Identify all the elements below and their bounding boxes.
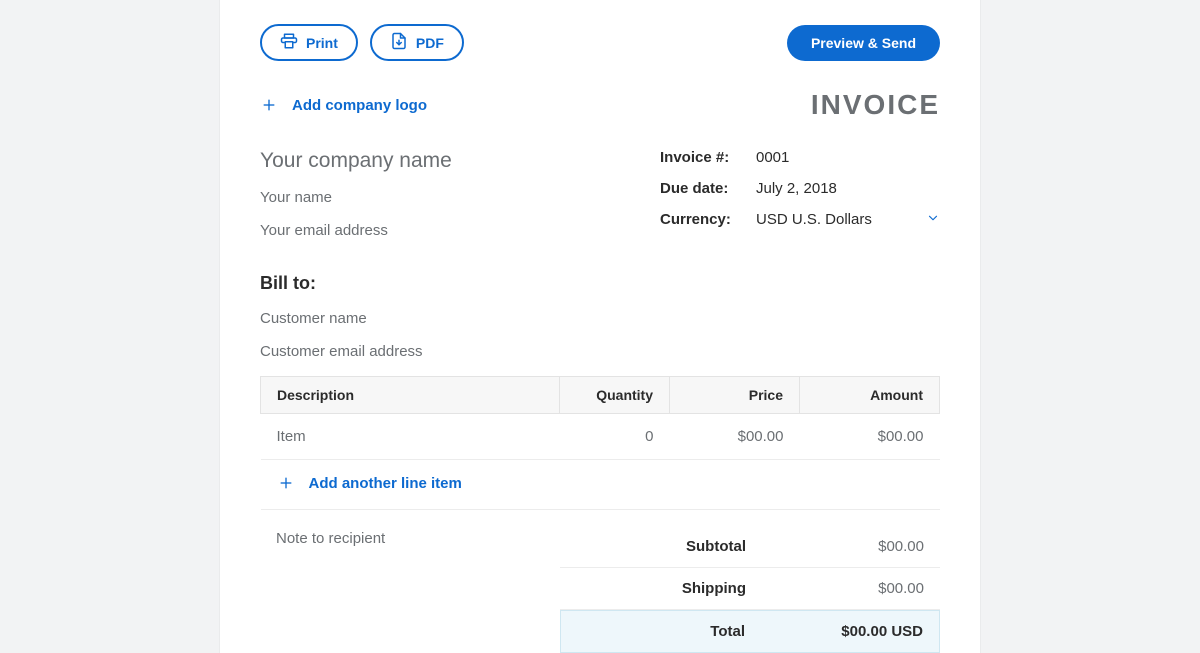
preview-send-button[interactable]: Preview & Send xyxy=(787,25,940,61)
invoice-number-row: Invoice #: 0001 xyxy=(660,149,940,166)
chevron-down-icon xyxy=(926,211,940,228)
print-button[interactable]: Print xyxy=(260,24,358,61)
plus-icon xyxy=(277,474,295,492)
printer-icon xyxy=(280,32,298,53)
col-description: Description xyxy=(261,377,560,414)
print-button-label: Print xyxy=(306,35,338,51)
table-row: Item 0 $00.00 $00.00 xyxy=(261,414,940,460)
shipping-label: Shipping xyxy=(576,580,794,597)
customer-email-input[interactable]: Customer email address xyxy=(260,343,940,360)
total-label: Total xyxy=(577,623,793,640)
subtotal-value: $00.00 xyxy=(794,538,924,555)
shipping-value: $00.00 xyxy=(794,580,924,597)
bottom-row: Note to recipient Subtotal $00.00 Shippi… xyxy=(260,518,940,653)
document-title: INVOICE xyxy=(811,89,940,121)
currency-select[interactable]: USD U.S. Dollars xyxy=(756,211,926,228)
sender-name-input[interactable]: Your name xyxy=(260,189,660,206)
pdf-button-label: PDF xyxy=(416,35,444,51)
download-icon xyxy=(390,32,408,53)
total-row: Total $00.00 USD xyxy=(560,610,940,653)
subtotal-row: Subtotal $00.00 xyxy=(560,526,940,568)
total-value: $00.00 USD xyxy=(793,623,923,640)
subtotal-label: Subtotal xyxy=(576,538,794,555)
sender-column: Your company name Your name Your email a… xyxy=(260,149,660,255)
meta-column: Invoice #: 0001 Due date: July 2, 2018 C… xyxy=(660,149,940,255)
due-date-row: Due date: July 2, 2018 xyxy=(660,180,940,197)
due-date-label: Due date: xyxy=(660,180,756,197)
pdf-button[interactable]: PDF xyxy=(370,24,464,61)
shipping-row: Shipping $00.00 xyxy=(560,568,940,610)
add-line-item-label: Add another line item xyxy=(309,475,462,492)
col-price: Price xyxy=(670,377,800,414)
totals: Subtotal $00.00 Shipping $00.00 Total $0… xyxy=(560,526,940,653)
company-name-input[interactable]: Your company name xyxy=(260,149,660,173)
table-header-row: Description Quantity Price Amount xyxy=(261,377,940,414)
col-quantity: Quantity xyxy=(560,377,670,414)
item-description-input[interactable]: Item xyxy=(261,414,560,460)
preview-send-label: Preview & Send xyxy=(811,35,916,51)
note-to-recipient-input[interactable]: Note to recipient xyxy=(260,518,560,547)
add-company-logo-label: Add company logo xyxy=(292,97,427,114)
invoice-page: Print PDF Preview & Send Add company log… xyxy=(220,0,980,653)
line-items-table: Description Quantity Price Amount Item 0… xyxy=(260,376,940,510)
currency-row: Currency: USD U.S. Dollars xyxy=(660,211,940,228)
item-price-input[interactable]: $00.00 xyxy=(670,414,800,460)
toolbar: Print PDF Preview & Send xyxy=(260,24,940,61)
logo-row: Add company logo INVOICE xyxy=(260,89,940,121)
bill-to-heading: Bill to: xyxy=(260,273,940,294)
currency-label: Currency: xyxy=(660,211,756,228)
add-line-item-button[interactable]: Add another line item xyxy=(277,474,462,492)
header-grid: Your company name Your name Your email a… xyxy=(260,149,940,255)
invoice-number-label: Invoice #: xyxy=(660,149,756,166)
plus-icon xyxy=(260,96,278,114)
sender-email-input[interactable]: Your email address xyxy=(260,222,660,239)
invoice-number-input[interactable]: 0001 xyxy=(756,149,940,166)
due-date-input[interactable]: July 2, 2018 xyxy=(756,180,940,197)
item-amount: $00.00 xyxy=(800,414,940,460)
add-line-row: Add another line item xyxy=(261,460,940,510)
col-amount: Amount xyxy=(800,377,940,414)
item-quantity-input[interactable]: 0 xyxy=(560,414,670,460)
add-company-logo-button[interactable]: Add company logo xyxy=(260,96,427,114)
customer-name-input[interactable]: Customer name xyxy=(260,310,940,327)
